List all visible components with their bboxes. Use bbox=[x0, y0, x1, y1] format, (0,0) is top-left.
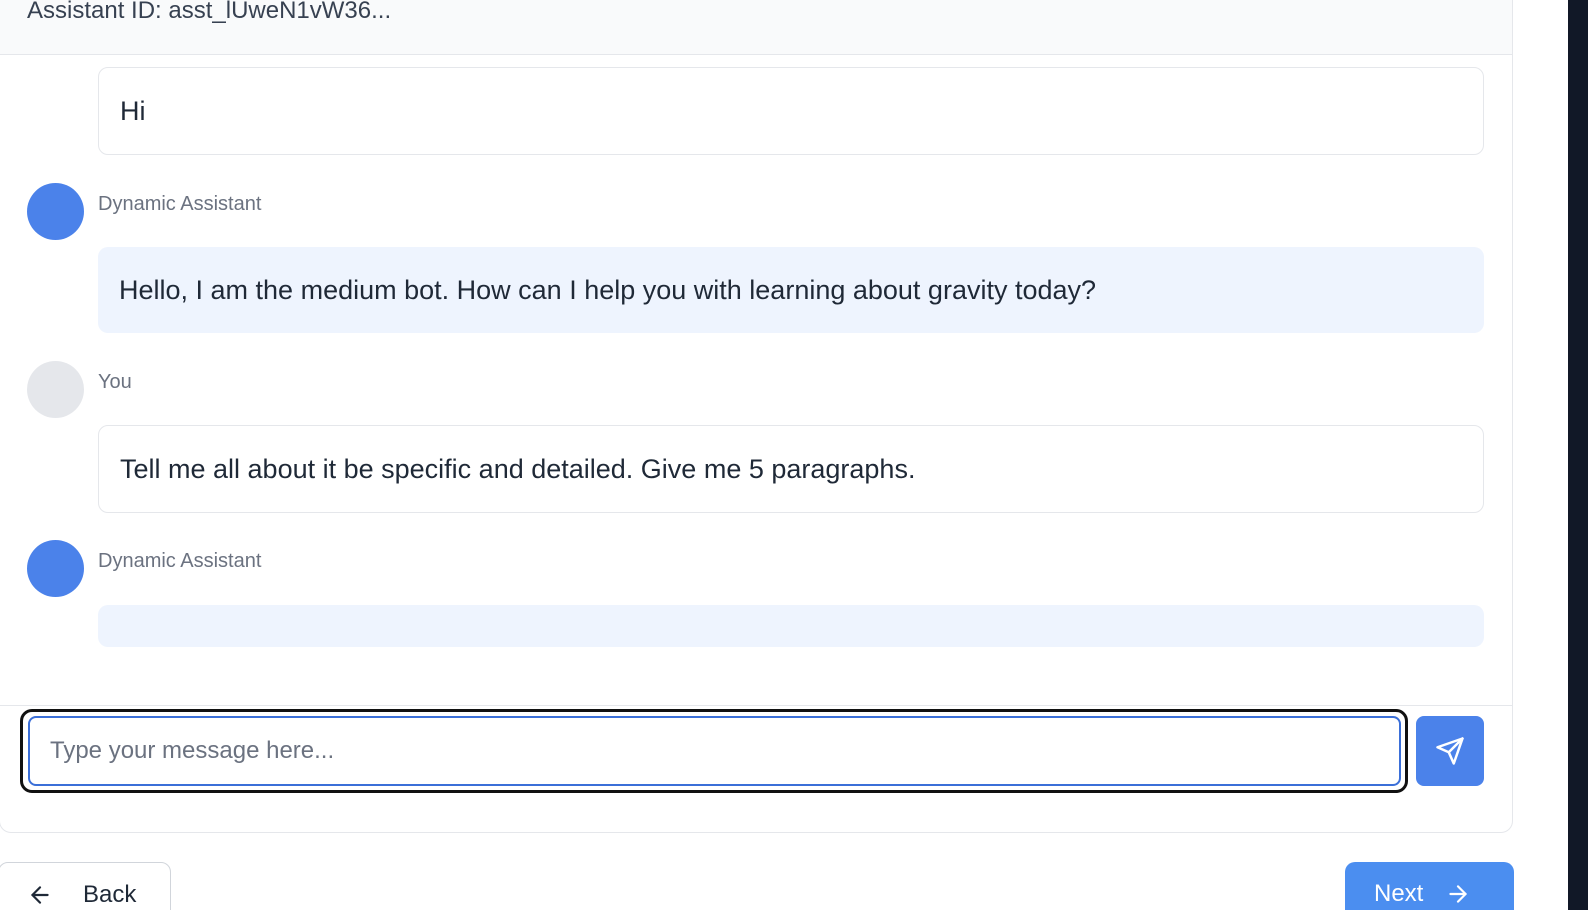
message-text: Tell me all about it be specific and det… bbox=[120, 453, 916, 484]
message-input[interactable] bbox=[28, 716, 1401, 786]
back-button[interactable]: Back bbox=[0, 862, 171, 910]
next-button[interactable]: Next bbox=[1345, 862, 1514, 910]
message-text: Hi bbox=[120, 95, 146, 126]
assistant-avatar bbox=[27, 183, 84, 240]
back-button-label: Back bbox=[83, 881, 137, 908]
window-edge bbox=[1568, 0, 1588, 910]
assistant-message-bubble-loading bbox=[98, 605, 1484, 647]
chat-card: Assistant ID: asst_lUweN1vW36... Hi Dyna… bbox=[0, 0, 1513, 833]
user-avatar bbox=[27, 361, 84, 418]
assistant-id-label: Assistant ID: asst_lUweN1vW36... bbox=[27, 0, 392, 24]
chat-header: Assistant ID: asst_lUweN1vW36... bbox=[0, 0, 1512, 55]
sender-name: You bbox=[98, 371, 132, 393]
message-text: Hello, I am the medium bot. How can I he… bbox=[119, 274, 1097, 305]
sender-name: Dynamic Assistant bbox=[98, 550, 262, 572]
user-message-bubble: Tell me all about it be specific and det… bbox=[98, 425, 1484, 513]
arrow-left-icon bbox=[27, 881, 53, 909]
sender-name: Dynamic Assistant bbox=[98, 193, 262, 215]
arrow-right-icon bbox=[1445, 880, 1471, 908]
next-button-label: Next bbox=[1374, 880, 1424, 907]
assistant-avatar bbox=[27, 540, 84, 597]
input-focus-ring bbox=[20, 709, 1408, 793]
chat-page: Assistant ID: asst_lUweN1vW36... Hi Dyna… bbox=[0, 0, 1588, 910]
message-list[interactable]: Hi Dynamic Assistant Hello, I am the med… bbox=[0, 55, 1512, 705]
send-button[interactable] bbox=[1416, 716, 1484, 786]
send-icon bbox=[1435, 736, 1465, 766]
user-message-bubble: Hi bbox=[98, 67, 1484, 155]
page-gutter bbox=[1534, 0, 1568, 910]
assistant-message-bubble: Hello, I am the medium bot. How can I he… bbox=[98, 247, 1484, 333]
composer bbox=[0, 705, 1512, 832]
